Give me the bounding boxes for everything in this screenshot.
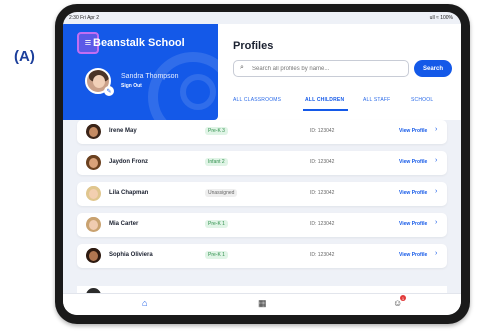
chevron-right-icon[interactable]: ›: [435, 126, 437, 133]
child-id: ID: 123042: [310, 128, 335, 134]
calendar-icon[interactable]: ▦: [258, 298, 267, 309]
child-avatar-face: [89, 251, 98, 261]
school-name: Beanstalk School: [93, 37, 185, 49]
child-avatar-face: [89, 220, 98, 230]
chevron-right-icon[interactable]: ›: [435, 219, 437, 226]
classroom-badge: Infant 2: [205, 158, 228, 166]
child-id: ID: 123042: [310, 252, 335, 258]
child-id: ID: 123042: [310, 159, 335, 165]
child-id: ID: 123042: [310, 221, 335, 227]
child-id: ID: 123042: [310, 190, 335, 196]
child-name: Sophia Oliviera: [109, 252, 153, 258]
status-time: 2:30 Fri Apr 2: [69, 15, 100, 21]
table-row[interactable]: Mia Carter Pre-K 1 ID: 123042 View Profile ›: [77, 213, 447, 237]
status-indicators: ull ≈ 100%: [429, 15, 453, 21]
child-avatar: [86, 186, 101, 201]
search-button[interactable]: Search: [414, 60, 452, 77]
status-bar: 2:30 Fri Apr 2 ull ≈ 100%: [63, 12, 461, 24]
child-avatar-face: [89, 158, 98, 168]
search-box: ⌕: [233, 60, 409, 77]
figure-label: (A): [14, 48, 35, 65]
table-row[interactable]: Sophia Oliviera Pre-K 1 ID: 123042 View Pro…: [77, 244, 447, 268]
tab-all-children[interactable]: ALL CHILDREN: [305, 97, 344, 103]
classroom-badge: Unassigned: [205, 189, 238, 197]
decorative-swirl-small: [180, 74, 216, 110]
home-icon[interactable]: ⌂: [142, 298, 147, 308]
chevron-right-icon[interactable]: ›: [435, 250, 437, 257]
table-row[interactable]: Irene May Pre-K 3 ID: 123042 View Profile ›: [77, 120, 447, 144]
app-screen: 2:30 Fri Apr 2 ull ≈ 100% ≡ Beanstalk Sc…: [63, 12, 461, 315]
chevron-right-icon[interactable]: ›: [435, 157, 437, 164]
child-name: Mia Carter: [109, 221, 139, 227]
search-input[interactable]: [252, 61, 402, 76]
tab-all-staff[interactable]: ALL STAFF: [363, 97, 390, 103]
profile-tabs: ALL CLASSROOMS ALL CHILDREN ALL STAFF SC…: [233, 92, 457, 112]
table-row[interactable]: Jaydon Fronz Infant 2 ID: 123042 View Profi…: [77, 151, 447, 175]
classroom-badge: Pre-K 1: [205, 251, 228, 259]
table-row[interactable]: Lila Chapman Unassigned ID: 123042 View Pro…: [77, 182, 447, 206]
view-profile-link[interactable]: View Profile: [399, 252, 427, 258]
view-profile-link[interactable]: View Profile: [399, 221, 427, 227]
child-name: Jaydon Fronz: [109, 159, 149, 165]
child-avatar-face: [89, 127, 98, 137]
child-avatar: [86, 155, 101, 170]
child-avatar: [86, 217, 101, 232]
classroom-badge: Pre-K 1: [205, 220, 228, 228]
view-profile-link[interactable]: View Profile: [399, 159, 427, 165]
avatar-face: [93, 75, 105, 88]
page-title: Profiles: [233, 40, 274, 52]
bottom-nav: ⌂ ▦ ☺ 1: [63, 293, 461, 315]
active-tab-indicator: [303, 109, 348, 111]
tab-school[interactable]: SCHOOL: [411, 97, 433, 103]
child-avatar: [86, 124, 101, 139]
chevron-right-icon[interactable]: ›: [435, 188, 437, 195]
notification-badge: 1: [400, 295, 406, 301]
hamburger-icon: ≡: [84, 36, 92, 49]
edit-pencil-icon[interactable]: ✎: [104, 86, 114, 96]
classroom-badge: Pre-K 3: [205, 127, 228, 135]
tablet-frame: 2:30 Fri Apr 2 ull ≈ 100% ≡ Beanstalk Sc…: [55, 4, 470, 324]
view-profile-link[interactable]: View Profile: [399, 190, 427, 196]
tab-all-classrooms[interactable]: ALL CLASSROOMS: [233, 97, 281, 103]
child-avatar-face: [89, 189, 98, 199]
view-profile-link[interactable]: View Profile: [399, 128, 427, 134]
search-icon: ⌕: [240, 64, 244, 71]
user-name: Sandra Thompson: [121, 73, 179, 80]
child-name: Irene May: [109, 128, 137, 134]
child-avatar: [86, 248, 101, 263]
sign-out-link[interactable]: Sign Out: [121, 83, 142, 89]
child-name: Lila Chapman: [109, 190, 149, 196]
